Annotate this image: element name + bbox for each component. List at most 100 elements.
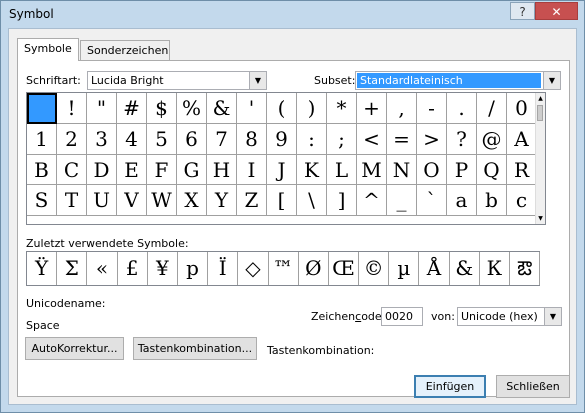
symbol-cell[interactable]: L <box>327 154 357 186</box>
symbol-cell[interactable]: # <box>117 93 147 124</box>
symbol-cell[interactable]: . <box>447 93 477 124</box>
symbol-cell[interactable]: Y <box>207 185 237 216</box>
symbol-cell[interactable]: - <box>417 93 447 124</box>
symbol-cell[interactable]: Z <box>237 185 267 216</box>
recent-symbol-cell[interactable]: Å <box>419 252 450 285</box>
symbol-cell[interactable]: O <box>417 154 447 186</box>
symbol-cell[interactable]: ( <box>267 93 297 124</box>
symbol-cell[interactable]: A <box>507 123 537 155</box>
symbol-cell[interactable]: N <box>387 154 417 186</box>
symbol-cell[interactable]: * <box>327 93 357 124</box>
symbol-cell[interactable]: F <box>147 154 177 186</box>
symbol-cell[interactable]: : <box>297 123 327 155</box>
symbol-cell[interactable] <box>27 93 57 124</box>
recent-symbol-cell[interactable]: ¥ <box>148 252 178 285</box>
symbol-cell[interactable]: > <box>417 123 447 155</box>
recent-symbol-cell[interactable]: ఔ <box>510 252 541 285</box>
scroll-thumb[interactable] <box>537 105 543 121</box>
symbol-cell[interactable]: / <box>477 93 507 124</box>
scroll-up-icon[interactable]: ▲ <box>536 94 545 103</box>
autocorrect-button[interactable]: AutoKorrektur... <box>25 337 124 360</box>
symbol-cell[interactable]: ? <box>447 123 477 155</box>
recent-symbol-cell[interactable]: Œ <box>329 252 360 285</box>
symbol-cell[interactable]: $ <box>147 93 177 124</box>
symbol-cell[interactable]: W <box>147 185 177 216</box>
recent-symbol-cell[interactable]: £ <box>118 252 148 285</box>
recent-symbol-cell[interactable]: Σ <box>57 252 88 285</box>
symbol-cell[interactable]: U <box>87 185 117 216</box>
symbol-cell[interactable]: Q <box>477 154 507 186</box>
shortcut-key-button[interactable]: Tastenkombination... <box>133 337 257 360</box>
symbol-cell[interactable]: @ <box>477 123 507 155</box>
insert-button[interactable]: Einfügen <box>414 375 486 398</box>
symbol-cell[interactable]: _ <box>387 185 417 216</box>
recent-symbol-cell[interactable]: © <box>359 252 390 285</box>
symbol-cell[interactable]: 2 <box>57 123 87 155</box>
symbol-cell[interactable]: \ <box>297 185 327 216</box>
symbol-cell[interactable]: , <box>387 93 417 124</box>
from-select[interactable]: Unicode (hex) ▼ <box>457 307 562 326</box>
close-button[interactable]: Schließen <box>496 375 570 398</box>
symbol-cell[interactable]: E <box>117 154 147 186</box>
symbol-cell[interactable]: K <box>297 154 327 186</box>
symbol-cell[interactable]: 0 <box>507 93 537 124</box>
symbol-cell[interactable]: C <box>57 154 87 186</box>
symbol-cell[interactable]: b <box>477 185 507 216</box>
help-button[interactable]: ? <box>510 2 535 20</box>
symbol-cell[interactable]: 8 <box>237 123 267 155</box>
font-select[interactable]: Lucida Bright ▼ <box>87 71 267 90</box>
recent-symbol-cell[interactable]: Ï <box>208 252 239 285</box>
symbol-cell[interactable]: S <box>27 185 57 216</box>
symbol-cell[interactable]: 3 <box>87 123 117 155</box>
symbol-cell[interactable]: 6 <box>177 123 207 155</box>
recent-symbol-cell[interactable]: ™ <box>269 252 299 285</box>
symbol-cell[interactable]: 4 <box>117 123 147 155</box>
symbol-cell[interactable]: 5 <box>147 123 177 155</box>
subset-select[interactable]: Standardlateinisch ▼ <box>355 71 561 90</box>
symbol-cell[interactable]: X <box>177 185 207 216</box>
chevron-down-icon[interactable]: ▼ <box>543 72 560 89</box>
tab-symbole[interactable]: Symbole <box>17 38 79 61</box>
symbol-cell[interactable]: ^ <box>357 185 387 216</box>
symbol-cell[interactable]: % <box>177 93 207 124</box>
recent-symbol-cell[interactable]: ◇ <box>238 252 269 285</box>
char-code-input[interactable]: 0020 <box>381 307 423 326</box>
symbol-scrollbar[interactable]: ▲ ▼ <box>535 93 545 224</box>
symbol-cell[interactable]: ; <box>327 123 357 155</box>
symbol-cell[interactable]: H <box>207 154 237 186</box>
symbol-cell[interactable]: G <box>177 154 207 186</box>
symbol-cell[interactable]: ] <box>327 185 357 216</box>
close-window-button[interactable]: ✕ <box>535 2 578 20</box>
symbol-cell[interactable]: D <box>87 154 117 186</box>
symbol-cell[interactable]: [ <box>267 185 297 216</box>
recent-symbol-cell[interactable]: К <box>480 252 510 285</box>
symbol-cell[interactable]: ' <box>237 93 267 124</box>
recent-symbol-cell[interactable]: р <box>178 252 209 285</box>
recent-symbol-cell[interactable]: Ø <box>299 252 329 285</box>
recent-symbol-cell[interactable]: « <box>87 252 118 285</box>
symbol-cell[interactable]: T <box>57 185 87 216</box>
symbol-cell[interactable]: < <box>357 123 387 155</box>
symbol-cell[interactable]: I <box>237 154 267 186</box>
chevron-down-icon[interactable]: ▼ <box>544 308 561 325</box>
symbol-cell[interactable]: 9 <box>267 123 297 155</box>
tab-sonderzeichen[interactable]: Sonderzeichen <box>80 40 170 60</box>
chevron-down-icon[interactable]: ▼ <box>249 72 266 89</box>
symbol-cell[interactable]: " <box>87 93 117 124</box>
symbol-cell[interactable]: B <box>27 154 57 186</box>
symbol-cell[interactable]: ) <box>297 93 327 124</box>
symbol-cell[interactable]: c <box>507 185 537 216</box>
recent-symbol-cell[interactable]: & <box>450 252 480 285</box>
recent-symbol-cell[interactable]: µ <box>389 252 420 285</box>
symbol-cell[interactable]: M <box>357 154 387 186</box>
symbol-cell[interactable]: P <box>447 154 477 186</box>
symbol-cell[interactable]: J <box>267 154 297 186</box>
symbol-cell[interactable]: ! <box>57 93 87 124</box>
scroll-down-icon[interactable]: ▼ <box>536 214 545 223</box>
recent-symbol-cell[interactable]: Ÿ <box>27 252 58 285</box>
symbol-cell[interactable]: R <box>507 154 537 186</box>
symbol-cell[interactable]: = <box>387 123 417 155</box>
symbol-cell[interactable]: 7 <box>207 123 237 155</box>
symbol-cell[interactable]: V <box>117 185 147 216</box>
symbol-cell[interactable]: a <box>447 185 477 216</box>
